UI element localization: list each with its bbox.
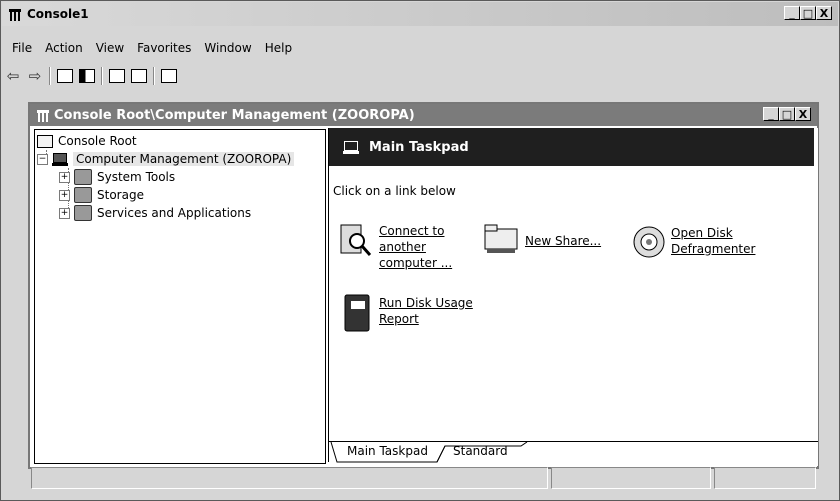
task-open-disk-defragmenter[interactable]: Open Disk Defragmenter — [631, 225, 755, 259]
folder-icon — [37, 134, 53, 148]
task-link-line[interactable]: Run Disk Usage — [379, 296, 473, 310]
status-bar — [31, 467, 819, 489]
task-link-line[interactable]: computer ... — [379, 256, 452, 270]
menu-file[interactable]: File — [12, 41, 32, 55]
tree-label: Console Root — [58, 134, 137, 148]
title-bar[interactable]: Console1 _ □ X — [2, 2, 838, 26]
close-button[interactable]: X — [816, 6, 832, 20]
expand-icon[interactable]: + — [59, 189, 70, 201]
mmc-icon — [7, 6, 23, 22]
toolbar: ⇦ ⇨ — [2, 63, 838, 89]
child-window-title: Console Root\Computer Management (ZOOROP… — [54, 107, 415, 123]
console-tree[interactable]: Console Root − Computer Management (ZOOR… — [34, 129, 326, 464]
menu-view[interactable]: View — [96, 41, 124, 55]
menu-bar: File Action View Favorites Window Help — [2, 38, 295, 58]
task-link-line[interactable]: New Share... — [525, 234, 601, 248]
window-title: Console1 — [27, 7, 89, 21]
menu-action[interactable]: Action — [45, 41, 83, 55]
up-one-level-button[interactable] — [54, 66, 76, 86]
taskpad-tab-strip: Main Taskpad Standard — [329, 441, 818, 466]
tree-label: Computer Management (ZOOROPA) — [73, 152, 295, 166]
back-button[interactable]: ⇦ — [2, 66, 24, 86]
computer-icon — [343, 140, 359, 154]
up-folder-icon — [57, 69, 73, 83]
back-arrow-icon: ⇦ — [6, 67, 20, 85]
help-button[interactable] — [158, 66, 180, 86]
taskpad-title: Main Taskpad — [369, 139, 469, 155]
storage-icon — [74, 187, 92, 203]
taskpad-pane: Main Taskpad Click on a link below Conne… — [328, 128, 818, 466]
tree-toggle-icon — [79, 69, 95, 83]
tab-standard[interactable]: Standard — [445, 442, 516, 462]
book-icon — [344, 294, 370, 332]
menu-help[interactable]: Help — [265, 41, 292, 55]
child-title-bar[interactable]: Console Root\Computer Management (ZOOROP… — [30, 104, 817, 126]
search-computer-icon — [340, 224, 372, 256]
tab-main-taskpad[interactable]: Main Taskpad — [339, 442, 436, 462]
mmc-icon — [35, 107, 51, 123]
child-maximize-button[interactable]: □ — [779, 107, 795, 121]
taskpad-header: Main Taskpad — [329, 128, 814, 166]
task-link-line[interactable]: another — [379, 240, 426, 254]
child-minimize-button[interactable]: _ — [763, 107, 779, 121]
child-window: Console Root\Computer Management (ZOOROP… — [28, 102, 819, 469]
export-list-icon — [131, 69, 147, 83]
menu-window[interactable]: Window — [204, 41, 251, 55]
services-icon — [74, 205, 92, 221]
task-connect-to-another-computer[interactable]: Connect to another computer ... — [339, 223, 452, 271]
properties-button[interactable] — [106, 66, 128, 86]
disc-icon — [633, 226, 665, 258]
toolbar-separator — [153, 67, 155, 85]
properties-icon — [109, 69, 125, 83]
forward-button[interactable]: ⇨ — [24, 66, 46, 86]
tree-item-console-root[interactable]: Console Root — [37, 132, 137, 150]
status-panel — [714, 467, 816, 489]
task-link-line[interactable]: Connect to — [379, 224, 444, 238]
tree-item-services-and-applications[interactable]: + Services and Applications — [59, 204, 251, 222]
expand-icon[interactable]: + — [59, 207, 70, 219]
task-run-disk-usage-report[interactable]: Run Disk Usage Report — [343, 293, 473, 333]
collapse-icon[interactable]: − — [37, 153, 48, 165]
share-folder-icon — [484, 224, 518, 253]
system-tools-icon — [74, 169, 92, 185]
show-hide-tree-button[interactable] — [76, 66, 98, 86]
task-new-share[interactable]: New Share... — [483, 223, 601, 255]
task-link-line[interactable]: Open Disk — [671, 226, 733, 240]
expand-icon[interactable]: + — [59, 171, 70, 183]
tree-label: System Tools — [97, 170, 176, 184]
status-panel — [551, 467, 712, 489]
minimize-button[interactable]: _ — [784, 6, 800, 20]
task-link-line[interactable]: Defragmenter — [671, 242, 755, 256]
taskpad-instruction: Click on a link below — [333, 184, 456, 198]
maximize-button[interactable]: □ — [800, 6, 816, 20]
task-link-line[interactable]: Report — [379, 312, 419, 326]
forward-arrow-icon: ⇨ — [28, 67, 42, 85]
tree-label: Storage — [97, 188, 144, 202]
status-panel — [31, 467, 549, 489]
toolbar-separator — [101, 67, 103, 85]
tree-item-system-tools[interactable]: + System Tools — [59, 168, 175, 186]
toolbar-separator — [49, 67, 51, 85]
export-list-button[interactable] — [128, 66, 150, 86]
help-icon — [161, 69, 177, 83]
child-close-button[interactable]: X — [795, 107, 811, 121]
tree-item-computer-management[interactable]: − Computer Management (ZOOROPA) — [37, 150, 295, 168]
menu-favorites[interactable]: Favorites — [137, 41, 191, 55]
main-window: Console1 _ □ X File Action View Favorite… — [0, 0, 840, 501]
computer-icon — [52, 152, 68, 166]
tree-label: Services and Applications — [97, 206, 252, 220]
tree-item-storage[interactable]: + Storage — [59, 186, 144, 204]
